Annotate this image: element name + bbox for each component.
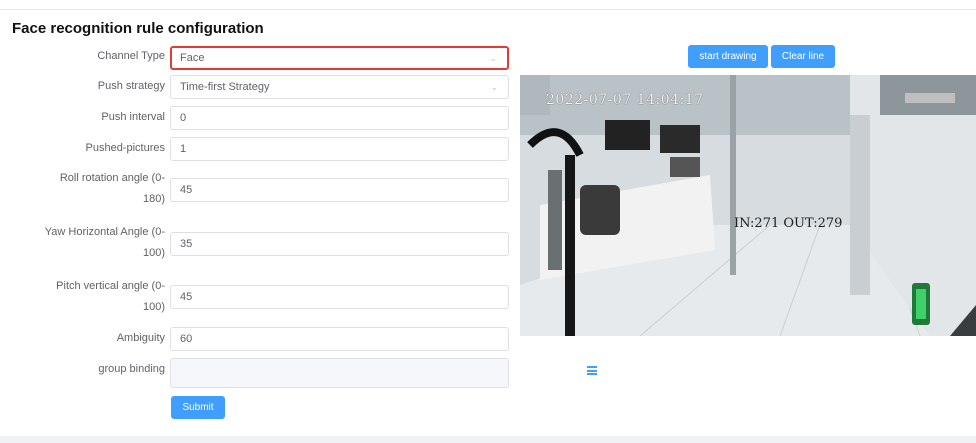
group-binding-label: group binding xyxy=(98,363,165,375)
push-strategy-label: Push strategy xyxy=(97,80,165,92)
menu-icon-bar xyxy=(587,366,597,368)
menu-icon[interactable] xyxy=(587,366,597,375)
pitch-angle-input[interactable]: 45 xyxy=(170,285,509,309)
ambiguity-input[interactable]: 60 xyxy=(170,327,509,351)
push-interval-label: Push interval xyxy=(101,111,165,123)
push-strategy-select[interactable]: Time-first Strategy ⌄ xyxy=(170,75,509,99)
top-divider xyxy=(0,9,976,10)
push-interval-input[interactable]: 0 xyxy=(170,106,509,130)
ambiguity-label: Ambiguity xyxy=(116,332,165,344)
camera-timestamp: 2022-07-07 14:04:17 xyxy=(546,92,704,108)
channel-type-value: Face xyxy=(180,52,205,64)
pushed-pictures-label: Pushed-pictures xyxy=(85,142,166,154)
group-binding-field[interactable] xyxy=(170,358,509,388)
camera-scene xyxy=(520,75,976,336)
start-drawing-button[interactable]: start drawing xyxy=(688,45,768,68)
menu-icon-bar xyxy=(587,369,597,372)
camera-counter: IN:271 OUT:279 xyxy=(734,216,843,231)
push-strategy-value: Time-first Strategy xyxy=(180,81,270,93)
roll-angle-input[interactable]: 45 xyxy=(170,178,509,202)
menu-icon-bar xyxy=(587,373,597,375)
page-title: Face recognition rule configuration xyxy=(12,20,264,37)
footer-bar xyxy=(0,436,976,443)
yaw-angle-label-line2: 100) xyxy=(142,247,165,259)
channel-type-label: Channel Type xyxy=(97,50,165,62)
clear-line-button[interactable]: Clear line xyxy=(771,45,835,68)
pitch-angle-label-line1: Pitch vertical angle (0- xyxy=(56,280,165,292)
roll-angle-label-line1: Roll rotation angle (0- xyxy=(59,172,165,184)
submit-button[interactable]: Submit xyxy=(171,396,225,419)
camera-preview[interactable]: 2022-07-07 14:04:17 IN:271 OUT:279 xyxy=(520,75,976,336)
yaw-angle-input[interactable]: 35 xyxy=(170,232,509,256)
chevron-down-icon: ⌄ xyxy=(490,82,498,92)
pitch-angle-label-line2: 100) xyxy=(142,301,165,313)
roll-angle-label-line2: 180) xyxy=(142,193,165,205)
pushed-pictures-input[interactable]: 1 xyxy=(170,137,509,161)
channel-type-select[interactable]: Face ⌄ xyxy=(170,46,509,70)
yaw-angle-label-line1: Yaw Horizontal Angle (0- xyxy=(44,226,165,238)
chevron-down-icon: ⌄ xyxy=(489,53,497,63)
